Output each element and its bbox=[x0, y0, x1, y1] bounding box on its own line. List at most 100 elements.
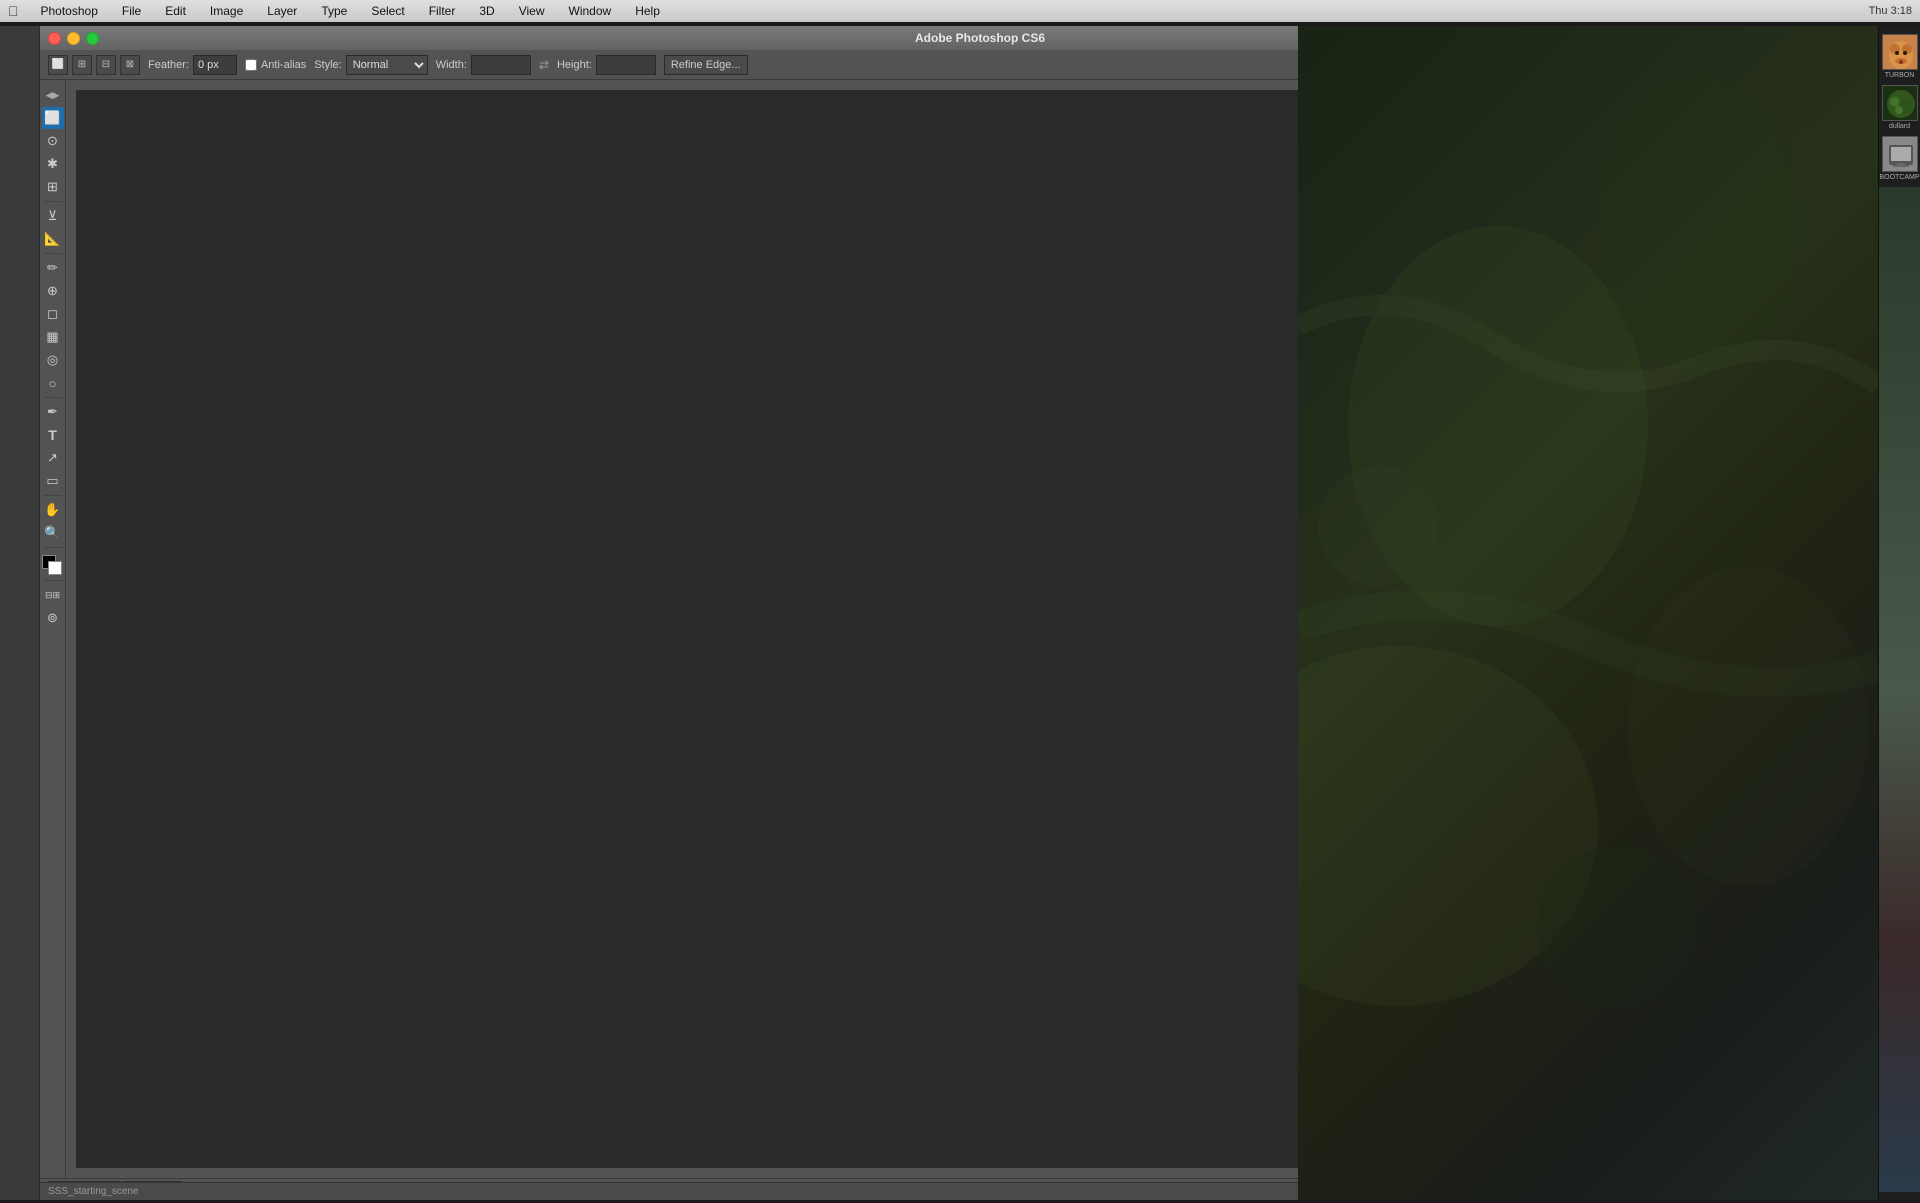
kind-text-icon[interactable]: T bbox=[1822, 358, 1838, 374]
adj-invert-icon[interactable]: ◎ bbox=[1849, 286, 1867, 304]
menu-filter[interactable]: Filter bbox=[423, 2, 462, 20]
tool-zoom[interactable]: 🔍 bbox=[42, 522, 64, 544]
tool-pen[interactable]: ✒ bbox=[42, 401, 64, 423]
g-slider-track[interactable] bbox=[1777, 171, 1890, 179]
toolbar-expand-icon[interactable]: ◀▶ bbox=[42, 84, 64, 106]
tool-shape[interactable]: ▭ bbox=[42, 470, 64, 492]
adjustments-tab[interactable]: Adjustments bbox=[1765, 218, 1834, 236]
adj-brightness-icon[interactable]: ☀ bbox=[1769, 264, 1787, 282]
adj-levels-icon[interactable]: ▤ bbox=[1789, 264, 1807, 282]
essentials-button[interactable]: Essentials ▼ bbox=[1669, 55, 1750, 75]
tool-dodge[interactable]: ○ bbox=[42, 372, 64, 394]
blend-mode-select[interactable]: Normal Dissolve Multiply Screen bbox=[1763, 380, 1862, 398]
tool-wand[interactable]: ✱ bbox=[42, 153, 64, 175]
tool-eyedropper[interactable]: ⊻ bbox=[42, 205, 64, 227]
canvas-area[interactable] bbox=[66, 80, 1758, 1178]
tool-clone[interactable]: ⊕ bbox=[42, 280, 64, 302]
menu-photoshop[interactable]: Photoshop bbox=[35, 2, 104, 20]
adj-selective-icon[interactable]: ⊙ bbox=[1789, 308, 1807, 326]
feather-input[interactable] bbox=[193, 55, 237, 75]
tool-path-select[interactable]: ↗ bbox=[42, 447, 64, 469]
kind-smart-icon[interactable]: ⊕ bbox=[1858, 358, 1874, 374]
menu-3d[interactable]: 3D bbox=[473, 2, 500, 20]
channels-tab[interactable]: Channels bbox=[1808, 336, 1860, 352]
apple-menu[interactable]:  bbox=[8, 3, 19, 19]
layers-tab[interactable]: Layers bbox=[1763, 336, 1802, 352]
toolbar-separator-6 bbox=[44, 580, 62, 581]
lock-paint-icon[interactable]: ✏ bbox=[1802, 403, 1810, 414]
turbon-thumbnail[interactable] bbox=[1882, 34, 1918, 70]
dodge-icon: ○ bbox=[49, 376, 57, 391]
profile-dullard[interactable]: dullard bbox=[1882, 85, 1918, 130]
adj-mixer-icon[interactable]: ⊗ bbox=[1809, 286, 1827, 304]
tool-extra-2[interactable]: ⊚ bbox=[42, 607, 64, 629]
bg-color-swatch[interactable] bbox=[1775, 134, 1793, 152]
lock-position-icon[interactable]: ✚ bbox=[1813, 403, 1821, 414]
background-color[interactable] bbox=[48, 561, 62, 575]
tool-ruler[interactable]: 📐 bbox=[42, 228, 64, 250]
tool-extra-1[interactable]: ⊟⊞ bbox=[42, 584, 64, 606]
kind-adjust-icon[interactable]: ◑ bbox=[1804, 358, 1820, 374]
menu-edit[interactable]: Edit bbox=[159, 2, 192, 20]
menu-view[interactable]: View bbox=[513, 2, 551, 20]
refine-edge-button[interactable]: Refine Edge... bbox=[664, 55, 748, 75]
menu-file[interactable]: File bbox=[116, 2, 147, 20]
b-slider-track[interactable] bbox=[1777, 184, 1890, 192]
tool-lasso[interactable]: ⊙ bbox=[42, 130, 64, 152]
menu-select[interactable]: Select bbox=[365, 2, 410, 20]
lock-transparent-icon[interactable]: ▦ bbox=[1791, 403, 1800, 414]
adj-bw-icon[interactable]: ⬛ bbox=[1769, 286, 1787, 304]
fg-bg-mini bbox=[1763, 126, 1793, 152]
fg-bg-colors[interactable] bbox=[42, 555, 64, 577]
width-input[interactable] bbox=[471, 55, 531, 75]
styles-tab[interactable]: Styles bbox=[1842, 219, 1880, 235]
kind-shape-icon[interactable]: ▭ bbox=[1840, 358, 1856, 374]
style-select[interactable]: Normal Fixed Ratio Fixed Size bbox=[346, 55, 428, 75]
tool-brush[interactable]: ✏ bbox=[42, 257, 64, 279]
tool-crop[interactable]: ⊞ bbox=[42, 176, 64, 198]
height-input[interactable] bbox=[596, 55, 656, 75]
anti-alias-checkbox[interactable] bbox=[245, 59, 257, 71]
tool-gradient[interactable]: ▦ bbox=[42, 326, 64, 348]
adj-color-lookup-icon[interactable]: ⊞ bbox=[1829, 286, 1847, 304]
eraser-icon: ◻ bbox=[47, 306, 58, 322]
add-selection-icon[interactable]: ⊞ bbox=[72, 55, 92, 75]
layer-folder-icon[interactable]: 📁 bbox=[1838, 1159, 1857, 1177]
menu-help[interactable]: Help bbox=[629, 2, 666, 20]
tool-eraser[interactable]: ◻ bbox=[42, 303, 64, 325]
profile-bootcamp[interactable]: BOOTCAMP bbox=[1879, 136, 1919, 181]
maximize-button[interactable] bbox=[86, 32, 99, 45]
minimize-button[interactable] bbox=[67, 32, 80, 45]
color-tab[interactable]: Color bbox=[1765, 102, 1799, 120]
layer-fx-icon[interactable]: ƒ bbox=[1786, 1160, 1796, 1176]
intersect-selection-icon[interactable]: ⊠ bbox=[120, 55, 140, 75]
text-icon: T bbox=[48, 427, 57, 443]
tool-marquee[interactable]: ⬜ bbox=[42, 107, 64, 129]
subtract-selection-icon[interactable]: ⊟ bbox=[96, 55, 116, 75]
bootcamp-thumbnail[interactable] bbox=[1882, 136, 1918, 172]
tool-blur[interactable]: ◎ bbox=[42, 349, 64, 371]
width-group: Width: bbox=[436, 55, 531, 75]
r-slider-track[interactable] bbox=[1777, 158, 1890, 166]
layer-adj-icon[interactable]: ◑ bbox=[1823, 1159, 1834, 1177]
adj-exposure-icon[interactable]: ◑ bbox=[1829, 264, 1847, 282]
adj-curves-icon[interactable]: ∿ bbox=[1809, 264, 1827, 282]
lock-all-icon[interactable]: 🔒 bbox=[1823, 403, 1835, 414]
new-selection-icon[interactable]: ⬜ bbox=[48, 55, 68, 75]
tool-text[interactable]: T bbox=[42, 424, 64, 446]
tool-hand[interactable]: ✋ bbox=[42, 499, 64, 521]
adj-gradient-map-icon[interactable]: ▤ bbox=[1769, 308, 1787, 326]
kind-pixel-icon[interactable]: ▣ bbox=[1786, 358, 1802, 374]
close-button[interactable] bbox=[48, 32, 61, 45]
adj-photo-icon[interactable]: ▣ bbox=[1789, 286, 1807, 304]
layer-link-icon[interactable]: 🔗 bbox=[1763, 1159, 1782, 1177]
swatches-tab[interactable]: Swatches bbox=[1807, 103, 1863, 119]
dullard-thumbnail[interactable] bbox=[1882, 85, 1918, 121]
profile-turbon[interactable]: TURBON bbox=[1882, 34, 1918, 79]
adj-vibrance-icon[interactable]: ◈ bbox=[1849, 264, 1867, 282]
layer-mask-icon[interactable]: ⬛ bbox=[1800, 1159, 1819, 1177]
menu-layer[interactable]: Layer bbox=[261, 2, 303, 20]
menu-window[interactable]: Window bbox=[563, 2, 618, 20]
menu-type[interactable]: Type bbox=[315, 2, 353, 20]
menu-image[interactable]: Image bbox=[204, 2, 249, 20]
